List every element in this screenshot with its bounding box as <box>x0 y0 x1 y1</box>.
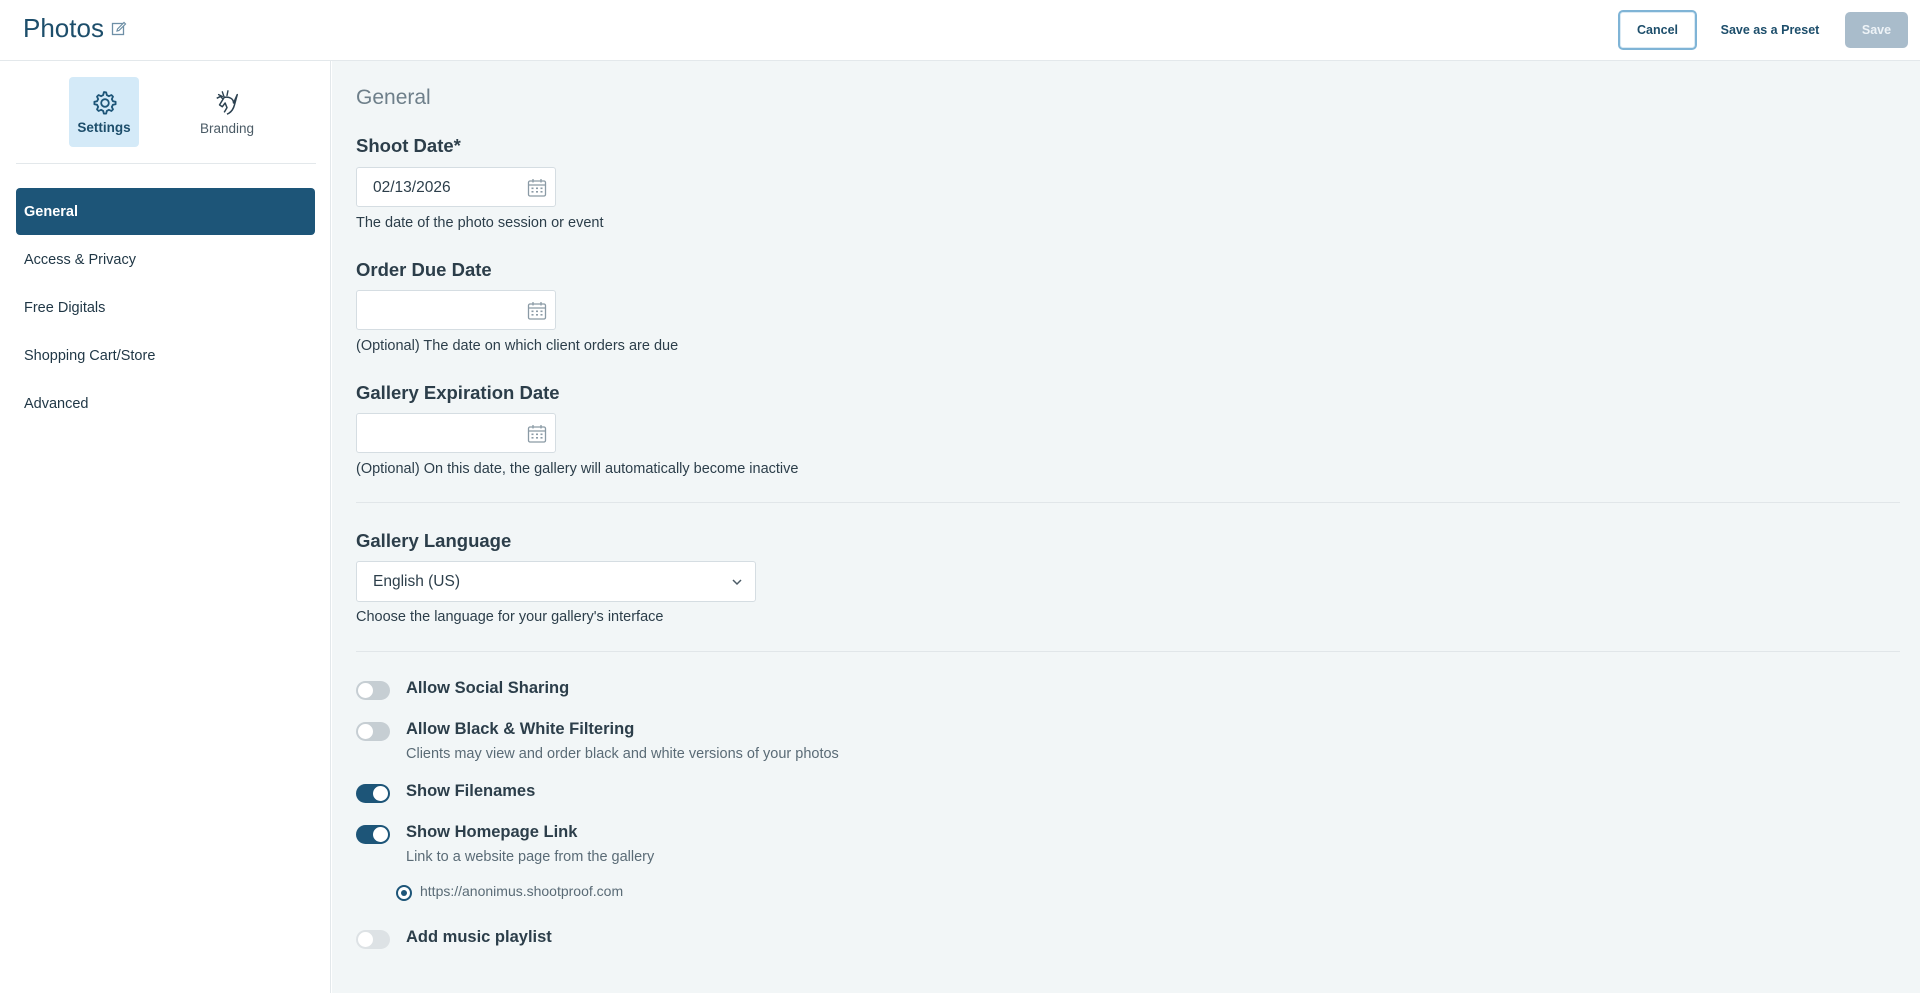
shoot-date-input[interactable]: 02/13/2026 <box>356 167 556 207</box>
gallery-language-label: Gallery Language <box>356 530 512 551</box>
social-sharing-label: Allow Social Sharing <box>406 679 570 697</box>
shoot-date-label: Shoot Date* <box>356 135 461 156</box>
sidebar-item-shopping-cart[interactable]: Shopping Cart/Store <box>16 332 315 379</box>
bw-filtering-toggle[interactable] <box>356 722 390 741</box>
homepage-link-toggle[interactable] <box>356 825 390 844</box>
sidebar: Settings Branding General Access & Priva… <box>0 61 331 993</box>
homepage-url-radio[interactable] <box>396 885 412 901</box>
top-header: Photos Cancel Save as a Preset Save <box>0 0 1920 61</box>
expiration-date-input[interactable] <box>356 413 556 453</box>
divider <box>356 651 1900 652</box>
homepage-url-label: https://anonimus.shootproof.com <box>420 883 624 899</box>
section-title: General <box>356 86 431 109</box>
expiration-date-help: (Optional) On this date, the gallery wil… <box>356 461 799 477</box>
toggle-knob <box>373 786 388 801</box>
page-title: Photos <box>23 13 104 43</box>
homepage-link-label: Show Homepage Link <box>406 823 578 841</box>
calendar-icon[interactable] <box>527 178 547 198</box>
homepage-link-help: Link to a website page from the gallery <box>406 849 655 865</box>
toggle-knob <box>373 827 388 842</box>
tab-branding[interactable]: Branding <box>192 77 262 147</box>
save-as-preset-button[interactable]: Save as a Preset <box>1712 10 1828 50</box>
divider <box>356 502 1900 503</box>
cancel-button[interactable]: Cancel <box>1618 10 1697 50</box>
toggle-knob <box>358 932 373 947</box>
gallery-language-value: English (US) <box>373 573 460 590</box>
music-playlist-toggle[interactable] <box>356 930 390 949</box>
sidebar-item-advanced[interactable]: Advanced <box>16 380 315 427</box>
music-playlist-label: Add music playlist <box>406 928 552 946</box>
sidebar-item-free-digitals[interactable]: Free Digitals <box>16 284 315 331</box>
gallery-language-help: Choose the language for your gallery's i… <box>356 609 664 625</box>
chevron-down-icon <box>732 579 742 586</box>
save-button[interactable]: Save <box>1845 12 1908 48</box>
main-content: General Shoot Date* 02/13/2026 The date … <box>332 61 1920 993</box>
calendar-icon[interactable] <box>527 301 547 321</box>
order-due-date-input[interactable] <box>356 290 556 330</box>
unicorn-icon <box>216 90 239 115</box>
show-filenames-label: Show Filenames <box>406 782 536 800</box>
calendar-icon[interactable] <box>527 424 547 444</box>
bw-filtering-label: Allow Black & White Filtering <box>406 720 635 738</box>
tab-settings[interactable]: Settings <box>69 77 139 147</box>
social-sharing-toggle[interactable] <box>356 681 390 700</box>
tab-branding-label: Branding <box>199 121 255 136</box>
gallery-language-select[interactable]: English (US) <box>356 561 756 602</box>
sidebar-divider <box>16 163 316 164</box>
shoot-date-help: The date of the photo session or event <box>356 215 604 231</box>
sidebar-item-general[interactable]: General <box>16 188 315 235</box>
shoot-date-value: 02/13/2026 <box>373 179 451 196</box>
toggle-knob <box>358 724 373 739</box>
sidebar-item-access-privacy[interactable]: Access & Privacy <box>16 236 315 283</box>
sidebar-top-tabs: Settings Branding <box>0 61 331 164</box>
tab-settings-label: Settings <box>77 120 131 135</box>
edit-icon[interactable] <box>111 21 127 37</box>
order-due-date-label: Order Due Date <box>356 259 492 280</box>
show-filenames-toggle[interactable] <box>356 784 390 803</box>
gear-icon <box>93 91 117 115</box>
bw-filtering-help: Clients may view and order black and whi… <box>406 746 839 762</box>
expiration-date-label: Gallery Expiration Date <box>356 382 560 403</box>
toggle-knob <box>358 683 373 698</box>
order-due-date-help: (Optional) The date on which client orde… <box>356 338 679 354</box>
